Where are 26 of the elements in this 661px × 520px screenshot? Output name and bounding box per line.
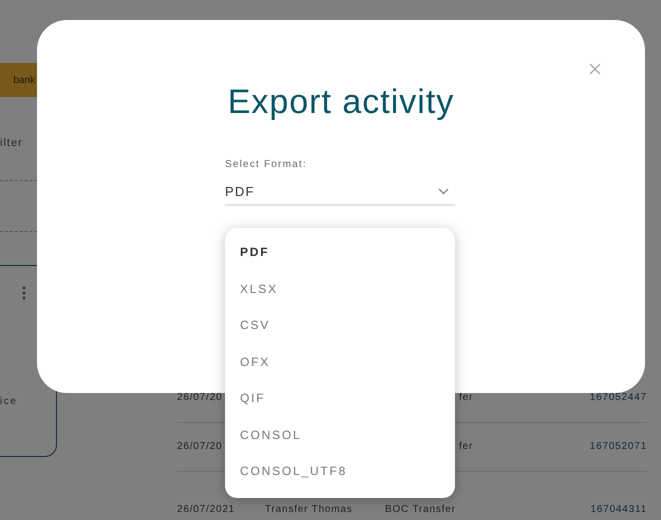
format-option[interactable]: OFX — [225, 344, 455, 380]
date-cell: 26/07/20 — [177, 392, 222, 404]
dialog-title: Export activity — [228, 83, 454, 122]
reference-cell: 167052071 — [590, 441, 647, 452]
format-option[interactable]: CSV — [225, 307, 455, 344]
type-cell-text: fer — [458, 441, 474, 452]
format-option[interactable]: XLSX — [225, 270, 455, 307]
type-cell: BOC Transfer — [385, 504, 456, 516]
format-option[interactable]: CONSOL — [225, 416, 455, 453]
reference-cell: 167052447 — [590, 392, 647, 404]
format-option[interactable]: PDF — [225, 234, 455, 270]
filter-label: ilter — [0, 137, 24, 149]
date-cell: 26/07/20 — [177, 441, 222, 452]
close-icon[interactable] — [589, 63, 601, 75]
bank-button[interactable]: bank — [0, 63, 37, 97]
kebab-menu-icon[interactable] — [22, 286, 26, 300]
chevron-down-icon — [438, 188, 449, 194]
format-select[interactable]: PDF — [225, 178, 455, 206]
format-label: Select Format: — [225, 159, 308, 170]
date-cell: 26/07/2021 — [177, 504, 236, 516]
format-option[interactable]: QIF — [225, 380, 455, 416]
reference-cell: 167044311 — [590, 504, 647, 516]
card-text: ice — [0, 396, 18, 407]
format-option[interactable]: CONSOL_UTF8 — [225, 453, 455, 490]
type-cell-text: fer — [458, 392, 474, 404]
description-cell: Transfer Thomas — [265, 504, 353, 516]
